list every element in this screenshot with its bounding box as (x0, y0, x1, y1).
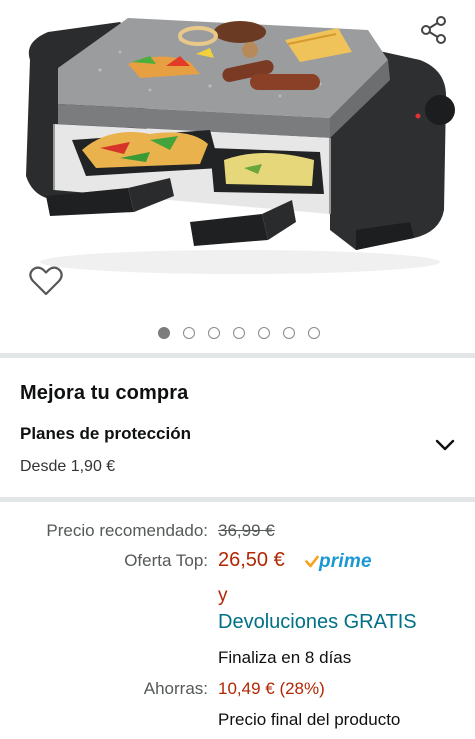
share-icon (421, 16, 446, 44)
upgrade-section: Mejora tu compra Planes de protección De… (0, 358, 475, 497)
pagination-dot[interactable] (208, 327, 220, 339)
and-text: y (218, 585, 228, 606)
free-returns-link[interactable]: Devoluciones GRATIS (218, 611, 417, 634)
wishlist-button[interactable] (27, 262, 65, 300)
product-image-gallery[interactable] (0, 0, 475, 312)
pagination-dot[interactable] (283, 327, 295, 339)
deal-price-label: Oferta Top: (124, 551, 208, 570)
list-price: 36,99 € (218, 521, 275, 540)
savings-label: Ahorras: (143, 679, 208, 698)
share-button[interactable] (416, 12, 452, 48)
pagination-dot[interactable] (233, 327, 245, 339)
final-price-note: Precio final del producto (218, 710, 401, 729)
prime-label: prime (319, 551, 372, 572)
protection-plan-row[interactable]: Planes de protección Desde 1,90 € (0, 418, 475, 482)
chevron-down-icon (435, 439, 455, 451)
upgrade-title: Mejora tu compra (20, 382, 189, 404)
list-price-label: Precio recomendado: (46, 521, 208, 540)
prime-check-icon (305, 555, 319, 568)
prime-badge[interactable]: prime (305, 551, 372, 573)
pagination-dot[interactable] (258, 327, 270, 339)
pagination-dot[interactable] (308, 327, 320, 339)
image-pagination (0, 327, 475, 343)
heart-icon (29, 266, 63, 296)
protection-plan-title: Planes de protección (20, 424, 191, 443)
price-block: Precio recomendado: 36,99 € Oferta Top: … (0, 502, 475, 739)
expand-button[interactable] (432, 432, 458, 458)
savings-value: 10,49 € (28%) (218, 679, 325, 698)
pagination-dot[interactable] (158, 327, 170, 339)
deal-ends-text: Finaliza en 8 días (218, 648, 352, 667)
protection-plan-price: Desde 1,90 € (20, 458, 116, 475)
pagination-dot[interactable] (183, 327, 195, 339)
product-image[interactable] (0, 0, 475, 312)
deal-price: 26,50 € (218, 549, 285, 571)
